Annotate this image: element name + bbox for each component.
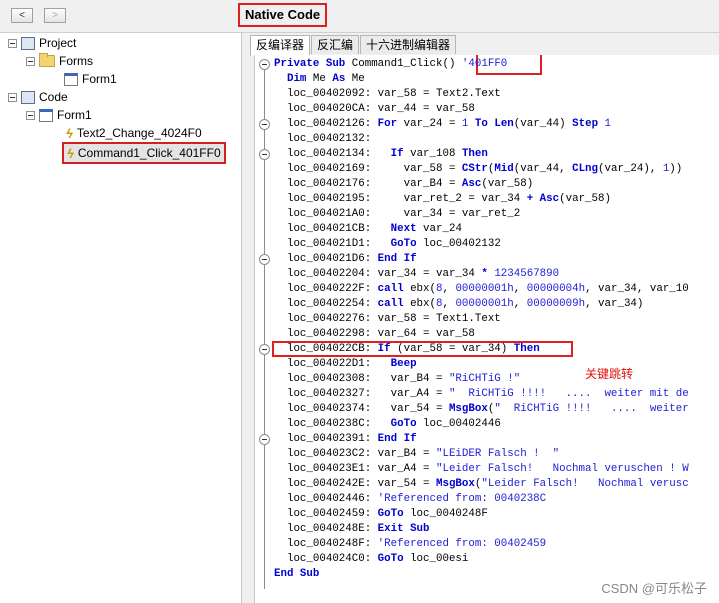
code-line: loc_004021CB: Next var_24	[274, 223, 462, 235]
tree-node-text2-change[interactable]: ϟ Text2_Change_4024F0	[66, 124, 202, 142]
code-line: loc_004023C2: var_B4 = "LEiDER Falsch ! …	[274, 448, 560, 460]
fold-toggle-icon[interactable]	[259, 149, 270, 160]
tree-node-forms[interactable]: Forms	[26, 52, 93, 70]
tree-label: Text2_Change_4024F0	[76, 126, 202, 140]
fold-guide	[264, 69, 265, 589]
fold-toggle-icon[interactable]	[259, 434, 270, 445]
code-line: loc_00402169: var_58 = CStr(Mid(var_44, …	[274, 163, 683, 175]
fold-toggle-icon[interactable]	[259, 344, 270, 355]
code-line: loc_00402195: var_ret_2 = var_34 + Asc(v…	[274, 193, 611, 205]
code-line: loc_004024C0: GoTo loc_00esi	[274, 553, 469, 565]
native-code-label: Native Code	[238, 3, 328, 27]
code-line: loc_004020CA: var_44 = var_58	[274, 103, 475, 115]
collapse-icon[interactable]	[8, 92, 17, 102]
tab-hex-editor[interactable]: 十六进制编辑器	[360, 35, 457, 54]
project-tree[interactable]: Project Forms Form1 Code Form1 ϟ Text2_C…	[0, 33, 242, 603]
code-line: loc_004021D1: GoTo loc_00402132	[274, 238, 501, 250]
forward-button[interactable]: >	[44, 8, 66, 23]
event-icon: ϟ	[66, 125, 73, 141]
code-line: loc_00402298: var_64 = var_58	[274, 328, 475, 340]
code-line: loc_0040242E: var_54 = MsgBox("Leider Fa…	[274, 478, 689, 490]
code-line: loc_00402204: var_34 = var_34 * 12345678…	[274, 268, 560, 280]
tree-label: Command1_Click_401FF0	[77, 146, 221, 160]
tree-label: Code	[39, 90, 68, 104]
editor-pane: 反编译器 反汇编 十六进制编辑器 关键跳转 Private Sub Comman…	[244, 33, 719, 603]
tree-node-form1-forms[interactable]: Form1	[64, 70, 117, 88]
fold-toggle-icon[interactable]	[259, 119, 270, 130]
tab-disassembler[interactable]: 反汇编	[311, 35, 360, 54]
code-line: loc_004022D1: Beep	[274, 358, 417, 370]
tree-node-code[interactable]: Code	[8, 88, 68, 106]
code-line: loc_00402254: call ebx(8, 00000001h, 000…	[274, 298, 644, 310]
code-line: loc_00402276: var_58 = Text1.Text	[274, 313, 501, 325]
toolbar: < > Native Code	[0, 0, 719, 33]
code-line: loc_004021D6: End If	[274, 253, 417, 265]
code-line: loc_00402092: var_58 = Text2.Text	[274, 88, 501, 100]
code-line: Dim Me As Me	[286, 73, 365, 85]
form-icon	[39, 108, 53, 122]
code-line: loc_00402132:	[274, 133, 372, 145]
code-line: loc_00402446: 'Referenced from: 0040238C	[274, 493, 547, 505]
tree-label: Forms	[59, 54, 93, 68]
fold-toggle-icon[interactable]	[259, 59, 270, 70]
code-line: loc_00402176: var_B4 = Asc(var_58)	[274, 178, 534, 190]
code-line: loc_00402374: var_54 = MsgBox(" RiCHTiG …	[274, 403, 689, 415]
tree-node-form1-code[interactable]: Form1	[26, 106, 92, 124]
code-line: loc_0040238C: GoTo loc_00402446	[274, 418, 501, 430]
code-line: loc_00402134: If var_108 Then	[274, 148, 488, 160]
code-line: loc_0040248E: Exit Sub	[274, 523, 430, 535]
collapse-icon[interactable]	[26, 110, 35, 120]
code-view[interactable]: 关键跳转 Private Sub Command1_Click() '401FF…	[254, 55, 719, 603]
fold-toggle-icon[interactable]	[259, 254, 270, 265]
form-icon	[64, 72, 78, 86]
tree-node-command1-click[interactable]: ϟ Command1_Click_401FF0	[62, 142, 226, 164]
code-line: Private Sub Command1_Click() '401FF0	[274, 58, 508, 70]
code-icon	[21, 90, 35, 104]
folder-icon	[39, 53, 55, 67]
back-button[interactable]: <	[11, 8, 33, 23]
code-line: loc_00402391: End If	[274, 433, 417, 445]
collapse-icon[interactable]	[8, 38, 17, 48]
key-jump-annotation: 关键跳转	[585, 367, 634, 381]
tree-label: Project	[39, 36, 77, 50]
tab-decompiler[interactable]: 反编译器	[250, 35, 311, 56]
code-line: loc_004021A0: var_34 = var_ret_2	[274, 208, 521, 220]
code-line: loc_0040248F: 'Referenced from: 00402459	[274, 538, 547, 550]
code-line: loc_00402327: var_A4 = " RiCHTiG !!!! ..…	[274, 388, 689, 400]
code-line: End Sub	[274, 568, 320, 580]
code-line: loc_00402308: var_B4 = "RiCHTiG !"	[274, 373, 521, 385]
code-line: loc_004023E1: var_A4 = "Leider Falsch! N…	[274, 463, 689, 475]
code-line: loc_004022CB: If (var_58 = var_34) Then	[274, 343, 540, 355]
tree-label: Form1	[57, 108, 92, 122]
tree-label: Form1	[82, 72, 117, 86]
event-icon: ϟ	[67, 145, 74, 161]
code-line: loc_00402459: GoTo loc_0040248F	[274, 508, 488, 520]
project-icon	[21, 36, 35, 50]
collapse-icon[interactable]	[26, 56, 35, 66]
tree-node-project[interactable]: Project	[8, 34, 76, 52]
editor-tabs: 反编译器 反汇编 十六进制编辑器	[250, 35, 457, 56]
code-line: loc_0040222F: call ebx(8, 00000001h, 000…	[274, 283, 689, 295]
code-line: loc_00402126: For var_24 = 1 To Len(var_…	[274, 118, 612, 130]
watermark: CSDN @可乐松子	[601, 581, 707, 596]
